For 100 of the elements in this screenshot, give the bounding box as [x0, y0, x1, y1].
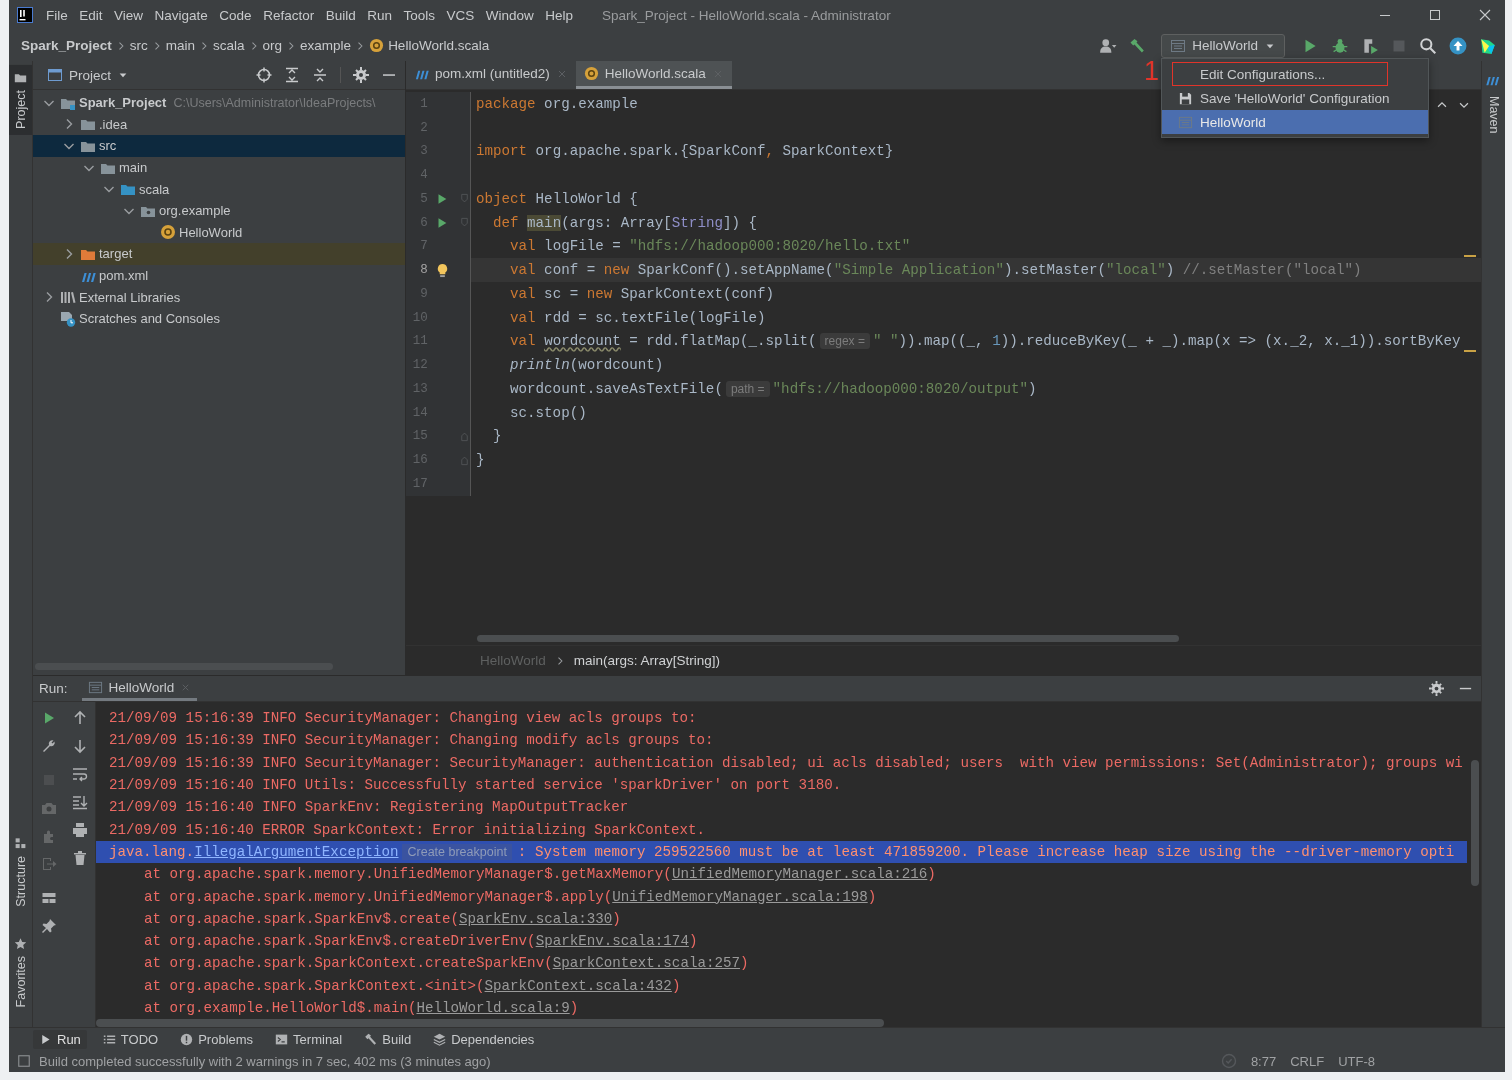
tree-item[interactable]: target — [33, 243, 405, 265]
user-icon[interactable] — [1099, 36, 1118, 55]
scrollbar[interactable] — [1471, 760, 1479, 886]
tree-item[interactable]: External Libraries — [33, 286, 405, 308]
printer-icon[interactable] — [71, 822, 88, 838]
menu-item[interactable]: Run — [367, 7, 392, 23]
link[interactable]: HelloWorld.scala:9 — [416, 1000, 570, 1016]
menu-item[interactable]: Tools — [403, 7, 435, 23]
editor-tab[interactable]: HelloWorld.scala — [575, 61, 732, 89]
tool-window-tab[interactable]: Structure — [9, 830, 32, 913]
link[interactable]: UnifiedMemoryManager.scala:216 — [671, 866, 928, 883]
tree-item[interactable]: HelloWorld — [33, 221, 405, 244]
update-icon[interactable] — [1449, 36, 1467, 55]
link[interactable]: UnifiedMemoryManager.scala:198 — [612, 888, 868, 905]
menu-item[interactable]: Edit — [79, 7, 103, 23]
link[interactable]: SparkEnv.scala:330 — [459, 910, 613, 927]
code-line: val wordcount = rdd.flatMap(_.split( regex = " ")).map((_, 1)).reduceByKey(_ + _).map(x => (x._2, x._1)).sortByKey — [509, 332, 1461, 352]
trash-icon[interactable] — [71, 850, 88, 866]
coverage-icon[interactable] — [1361, 36, 1379, 55]
console-line: at org.apache.spark.SparkEnv$.create(SparkEnv.scala:330) — [143, 909, 621, 929]
scrollbar[interactable] — [477, 635, 1179, 642]
view-selector[interactable]: Project — [47, 67, 130, 83]
menu-item[interactable]: View — [114, 7, 144, 23]
breadcrumb[interactable]: org — [262, 38, 283, 53]
editor-tab[interactable]: pom.xml (untitled2) — [406, 61, 576, 89]
link[interactable]: SparkContext.scala:432 — [484, 977, 672, 994]
layout-icon[interactable] — [40, 890, 57, 906]
tree-item[interactable]: scala — [33, 178, 405, 200]
breadcrumb[interactable]: main — [165, 38, 196, 53]
app-logo-icon[interactable] — [1479, 36, 1497, 55]
pin-icon[interactable] — [40, 918, 57, 934]
menu-item[interactable]: Build — [325, 7, 356, 23]
square-icon[interactable] — [17, 1054, 31, 1068]
expand-all-icon[interactable] — [284, 67, 300, 83]
code-line: println(wordcount) — [509, 356, 664, 376]
line-separator[interactable]: CRLF — [1290, 1053, 1325, 1069]
code-line: wordcount.saveAsTextFile( path = "hdfs://hadoop000:8020/output") — [509, 379, 1037, 399]
menu-item[interactable]: Help — [545, 7, 574, 23]
document-clock-icon — [60, 310, 76, 327]
menu-item[interactable]: Refactor — [263, 7, 315, 23]
breadcrumb[interactable]: Spark_Project — [21, 38, 112, 53]
status-message: Build completed successfully with 2 warnings in 7 sec, 402 ms (3 minutes ago) — [39, 1053, 491, 1069]
hammer-icon[interactable] — [1129, 37, 1146, 54]
tool-window-button[interactable]: Build — [358, 1029, 418, 1049]
maximize-icon[interactable] — [1427, 7, 1443, 23]
breadcrumb[interactable]: main(args: Array[String]) — [573, 653, 721, 668]
settings-icon[interactable] — [1429, 681, 1444, 696]
run-config-dropdown[interactable]: HelloWorld — [1161, 33, 1285, 58]
tool-window-button[interactable]: Problems — [174, 1029, 260, 1049]
locate-icon[interactable] — [256, 67, 272, 83]
save-icon — [1178, 90, 1193, 106]
bug-icon[interactable] — [1331, 36, 1349, 55]
tool-window-tab[interactable]: Maven — [1482, 69, 1505, 140]
scroll-to-end-icon[interactable] — [71, 794, 88, 810]
menu-item[interactable]: HelloWorld — [1162, 110, 1428, 134]
breadcrumb[interactable]: example — [300, 38, 352, 53]
tree-item[interactable]: .idea — [33, 113, 405, 136]
tree-item-label: .idea — [99, 116, 128, 132]
tree-item[interactable]: Spark_Project C:\Users\Administrator\IdeaProjects\ — [33, 92, 405, 114]
arrow-down-icon[interactable] — [71, 738, 88, 754]
menu-item[interactable]: VCS — [446, 7, 475, 23]
menu-item[interactable]: Edit Configurations... — [1172, 62, 1388, 86]
console-line: 21/09/09 15:16:39 INFO SecurityManager: Changing modify acls groups to: — [109, 731, 714, 751]
close-icon[interactable] — [1477, 7, 1493, 23]
link[interactable]: SparkEnv.scala:174 — [535, 933, 689, 950]
link[interactable]: IllegalArgumentException — [194, 843, 399, 860]
tree-item[interactable]: main — [33, 156, 405, 179]
warning-mark[interactable] — [1464, 349, 1476, 352]
tool-window-button[interactable]: Run — [33, 1029, 87, 1049]
tree-item[interactable]: org.example — [33, 199, 405, 222]
link[interactable]: SparkContext.scala:257 — [552, 955, 740, 972]
tool-window-tab[interactable]: Project — [9, 65, 32, 135]
menu-item[interactable]: Code — [219, 7, 252, 23]
warning-mark[interactable] — [1464, 254, 1476, 257]
caret-position[interactable]: 8:77 — [1250, 1053, 1277, 1069]
breadcrumb[interactable]: scala — [213, 38, 245, 53]
tree-item[interactable]: src — [33, 135, 405, 157]
code-line: val logFile = "hdfs://hadoop000:8020/hello.txt" — [509, 237, 911, 257]
scrollbar[interactable] — [96, 1019, 884, 1027]
tree-item-label: HelloWorld — [179, 224, 243, 240]
hammer-icon — [364, 1032, 378, 1046]
tree-item[interactable]: Scratches and Consoles — [33, 307, 405, 330]
wrap-icon[interactable] — [71, 766, 88, 782]
app-icon — [17, 7, 33, 23]
tree-item[interactable]: pom.xml — [33, 264, 405, 287]
menu-item[interactable]: Window — [485, 7, 534, 23]
menu-item[interactable]: Navigate — [154, 7, 208, 23]
breadcrumb[interactable]: src — [129, 38, 148, 53]
tool-window-button[interactable]: Dependencies — [427, 1029, 541, 1049]
tool-window-button[interactable]: TODO — [96, 1029, 165, 1049]
tool-window-button[interactable]: Terminal — [269, 1029, 349, 1049]
menu-item[interactable]: Save 'HelloWorld' Configuration — [1162, 86, 1428, 110]
settings-icon[interactable] — [353, 67, 369, 83]
breadcrumb[interactable]: HelloWorld.scala — [369, 38, 490, 53]
file-encoding[interactable]: UTF-8 — [1338, 1053, 1375, 1069]
menu-item[interactable]: File — [46, 7, 68, 23]
tree-item-label: main — [119, 160, 148, 176]
tool-window-tab[interactable]: Favorites — [9, 930, 32, 1013]
search-icon[interactable] — [1419, 36, 1437, 55]
collapse-all-icon[interactable] — [312, 67, 328, 83]
